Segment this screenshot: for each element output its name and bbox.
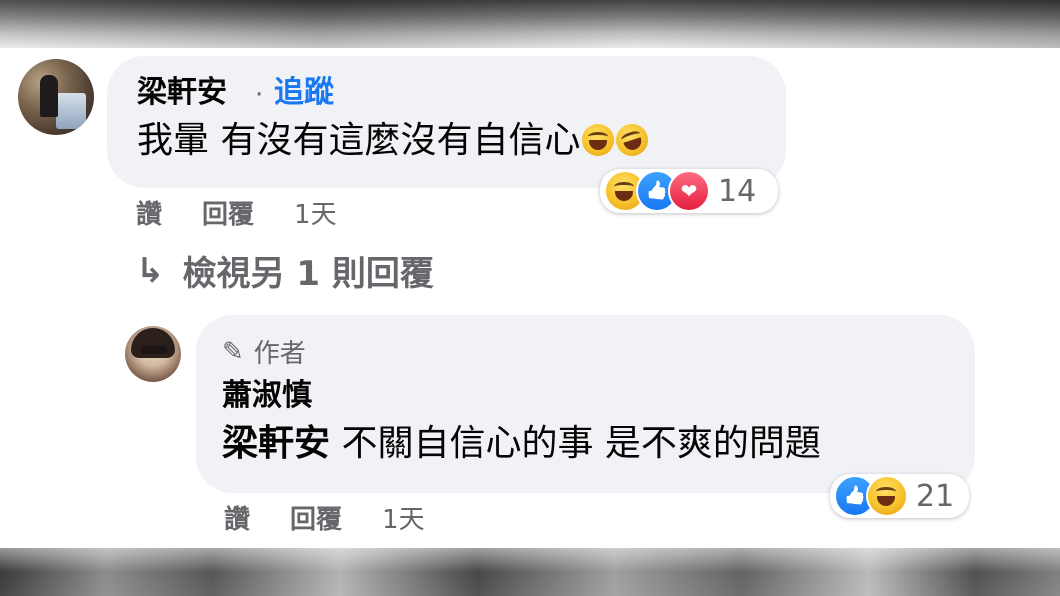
reply-bubble: ✎ 作者 蕭淑慎 梁軒安 不關自信心的事 是不爽的問題 [196,315,975,493]
mention-link[interactable]: 梁軒安 [222,423,330,464]
reaction-count: 14 [718,173,757,209]
view-replies-label: 檢視另 1 則回覆 [182,254,434,294]
reply-reactions[interactable]: 21 [830,474,969,518]
commenter-avatar[interactable] [18,59,94,135]
reply-action-row: 讚 回覆 1天 [224,499,425,536]
haha-reaction-icon [866,475,908,517]
comment-author-name[interactable]: 梁軒安 [137,76,227,110]
reply-button[interactable]: 回覆 [290,499,342,536]
avatar-figure [40,75,58,117]
author-badge: ✎ 作者 [222,333,306,370]
dot-separator: · [255,80,264,110]
reply-author-name[interactable]: 蕭淑慎 [222,379,312,413]
rolling-laughing-emoji-icon [612,119,653,161]
laughing-emoji-icon [582,124,615,156]
reply-arrow-icon: ↳ [136,250,165,291]
comment-reactions[interactable]: 14 [600,169,778,213]
avatar-podium [56,93,86,129]
like-button[interactable]: 讚 [136,194,162,231]
comment-action-row: 讚 回覆 1天 [136,194,337,231]
pencil-icon: ✎ [222,336,244,367]
blurred-background-bottom [0,548,1060,596]
avatar-glasses [141,346,167,354]
reaction-count: 21 [916,478,955,514]
comment-timestamp[interactable]: 1天 [294,194,337,231]
reply-button[interactable]: 回覆 [202,194,254,231]
replier-avatar[interactable] [125,326,181,382]
comment-text: 我暈 有沒有這麼沒有自信心 [137,119,653,162]
love-reaction-icon [668,170,710,212]
like-button[interactable]: 讚 [224,499,250,536]
blurred-background-top [0,0,1060,48]
follow-link[interactable]: 追蹤 [274,76,334,110]
comment-body: 我暈 有沒有這麼沒有自信心 [137,120,581,161]
reply-timestamp[interactable]: 1天 [382,499,425,536]
author-badge-label: 作者 [253,339,306,369]
reply-body: 不關自信心的事 是不爽的問題 [341,423,821,464]
reply-text: 梁軒安 不關自信心的事 是不爽的問題 [222,423,821,465]
view-more-replies-link[interactable]: ↳ 檢視另 1 則回覆 [136,246,434,295]
